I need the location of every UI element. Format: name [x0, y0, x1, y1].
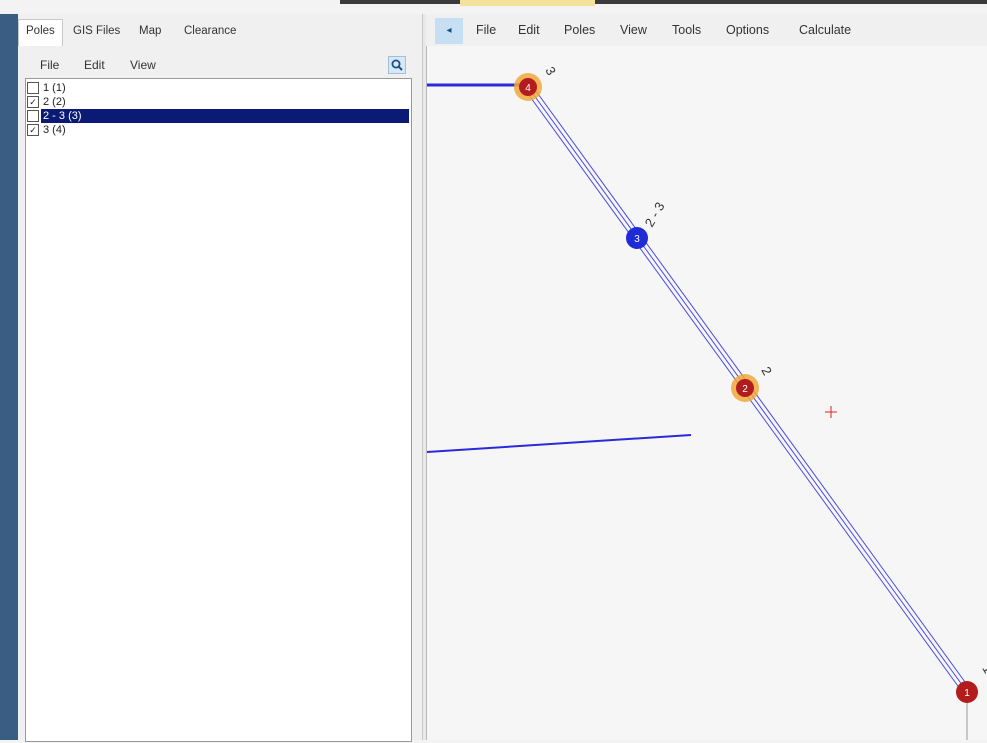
tree-item-label: 2 (2)	[43, 96, 66, 108]
pole-number: 2	[742, 384, 748, 395]
span-line	[426, 434, 692, 453]
menu-file[interactable]: File	[40, 58, 59, 72]
menu-view[interactable]: View	[130, 58, 156, 72]
tab-map[interactable]: Map	[139, 20, 161, 42]
map-menu-bar: ◂ File Edit Poles View Tools Options Cal…	[426, 14, 987, 47]
tab-poles[interactable]: Poles	[18, 19, 63, 46]
menu-tools[interactable]: Tools	[672, 23, 701, 37]
panel-tabs: Poles GIS Files Map Clearance	[18, 14, 422, 46]
title-bar-accent	[460, 0, 595, 6]
poles-panel: Poles GIS Files Map Clearance File Edit …	[18, 14, 422, 742]
tree-item-checkbox[interactable]: ✓	[27, 96, 39, 108]
pole-label: 1	[979, 662, 987, 676]
tree-item[interactable]: ✓ 3 (4)	[26, 123, 409, 137]
tree-item[interactable]: 1 (1)	[26, 81, 409, 95]
pole-tree-list: 1 (1) ✓ 2 (2) 2 - 3 (3) ✓ 3 (4)	[25, 78, 412, 742]
tree-item[interactable]: ✓ 2 (2)	[26, 95, 409, 109]
menu-file[interactable]: File	[476, 23, 496, 37]
midspan-number: 3	[634, 234, 640, 245]
menu-view[interactable]: View	[620, 23, 647, 37]
pole-line-drawing: 4 3 3 2 - 3 2 2 1 1	[426, 64, 987, 740]
menu-poles[interactable]: Poles	[564, 23, 595, 37]
pole-label: 2	[758, 364, 775, 378]
collapse-arrow-icon[interactable]: ◂	[435, 18, 463, 44]
tab-gis-files[interactable]: GIS Files	[73, 20, 120, 42]
title-bar-strip	[0, 0, 987, 14]
window-frame-left	[0, 14, 18, 740]
menu-calculate[interactable]: Calculate	[799, 23, 851, 37]
tree-item-selected[interactable]: 2 - 3 (3)	[26, 109, 409, 123]
search-button[interactable]	[388, 56, 406, 74]
tree-item-label: 2 - 3 (3)	[41, 109, 409, 123]
poles-menu-bar: File Edit View	[18, 54, 413, 78]
tree-item-label: 3 (4)	[43, 124, 66, 136]
magnifier-icon	[391, 59, 403, 71]
tab-clearance[interactable]: Clearance	[184, 20, 236, 42]
menu-edit[interactable]: Edit	[84, 58, 105, 72]
menu-edit[interactable]: Edit	[518, 23, 540, 37]
tree-item-label: 1 (1)	[43, 82, 66, 94]
pole-number: 4	[525, 83, 531, 94]
tree-item-checkbox[interactable]	[27, 82, 39, 94]
tree-item-checkbox[interactable]	[27, 110, 39, 122]
tree-item-checkbox[interactable]: ✓	[27, 124, 39, 136]
crosshair-icon	[825, 406, 837, 418]
pole-label: 3	[542, 64, 559, 78]
menu-options[interactable]: Options	[726, 23, 769, 37]
map-panel: ◂ File Edit Poles View Tools Options Cal…	[426, 14, 987, 740]
pole-number: 1	[964, 688, 970, 699]
midspan-label: 2 - 3	[642, 199, 668, 229]
title-bar-dark	[340, 0, 987, 4]
map-canvas[interactable]: 4 3 3 2 - 3 2 2 1 1	[426, 46, 987, 740]
